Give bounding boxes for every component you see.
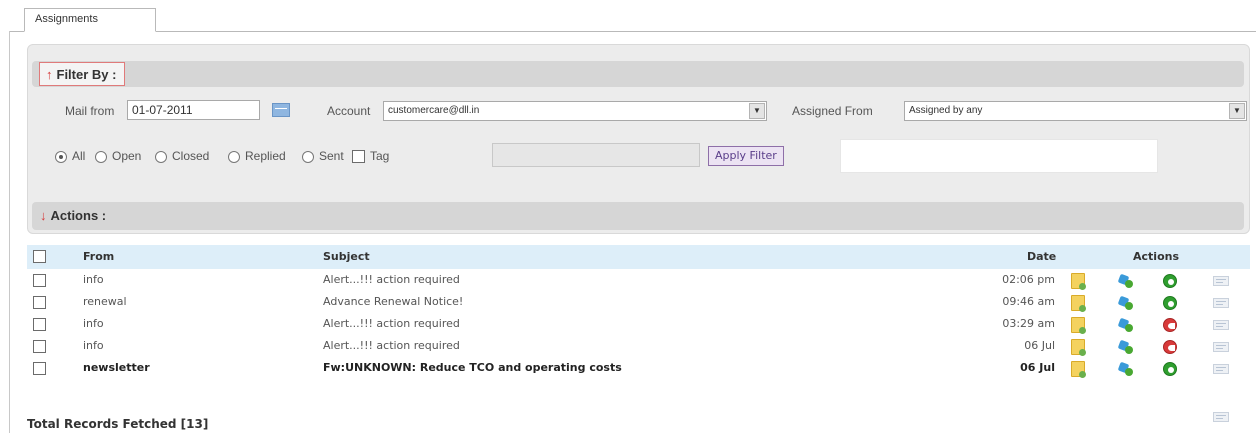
row-from[interactable]: info xyxy=(83,339,104,352)
note-icon[interactable] xyxy=(1071,361,1086,378)
row-checkbox[interactable] xyxy=(33,318,46,331)
table-row[interactable]: info Alert...!!! action required 03:29 am xyxy=(27,314,1250,336)
column-from[interactable]: From xyxy=(83,250,114,263)
mail-icon[interactable] xyxy=(1213,298,1229,308)
account-label: Account xyxy=(327,104,371,118)
status-closed-icon[interactable] xyxy=(1163,318,1177,332)
filter-section-bar: ↑ Filter By : xyxy=(32,61,1244,87)
row-subject[interactable]: Alert...!!! action required xyxy=(323,273,460,286)
radio-replied[interactable] xyxy=(228,151,240,163)
status-open-icon[interactable] xyxy=(1163,362,1177,376)
radio-all-label: All xyxy=(72,149,86,163)
table-row[interactable]: renewal Advance Renewal Notice! 09:46 am xyxy=(27,292,1250,314)
row-checkbox[interactable] xyxy=(33,274,46,287)
chevron-down-icon: ▼ xyxy=(749,103,765,119)
row-subject[interactable]: Advance Renewal Notice! xyxy=(323,295,463,308)
tag-label: Tag xyxy=(370,149,390,163)
row-date: 09:46 am xyxy=(1002,295,1055,308)
radio-replied-label: Replied xyxy=(245,149,286,163)
row-checkbox[interactable] xyxy=(33,296,46,309)
assign-icon[interactable] xyxy=(1119,295,1135,311)
mail-icon[interactable] xyxy=(1213,364,1229,374)
table-row[interactable]: info Alert...!!! action required 06 Jul xyxy=(27,336,1250,358)
row-date: 06 Jul xyxy=(1020,361,1055,374)
filter-title: Filter By : xyxy=(56,67,117,82)
column-date[interactable]: Date xyxy=(1027,250,1056,263)
actions-title: Actions : xyxy=(50,208,107,223)
radio-sent-label: Sent xyxy=(319,149,344,163)
status-closed-icon[interactable] xyxy=(1163,340,1177,354)
status-open-icon[interactable] xyxy=(1163,274,1177,288)
assign-icon[interactable] xyxy=(1119,317,1135,333)
radio-closed-label: Closed xyxy=(172,149,210,163)
radio-closed[interactable] xyxy=(155,151,167,163)
row-from[interactable]: renewal xyxy=(83,295,127,308)
assigned-from-label: Assigned From xyxy=(792,104,873,118)
row-date: 02:06 pm xyxy=(1002,273,1055,286)
table-row[interactable]: newsletter Fw:UNKNOWN: Reduce TCO and ope… xyxy=(27,358,1250,380)
row-subject[interactable]: Fw:UNKNOWN: Reduce TCO and operating cos… xyxy=(323,361,622,374)
table-row[interactable]: info Alert...!!! action required 02:06 pm xyxy=(27,270,1250,292)
actions-section-bar[interactable]: ↓ Actions : xyxy=(32,202,1244,230)
filter-toggle-button[interactable]: ↑ Filter By : xyxy=(39,62,126,86)
row-from[interactable]: info xyxy=(83,317,104,330)
note-icon[interactable] xyxy=(1071,273,1086,290)
tab-assignments[interactable]: Assignments xyxy=(24,8,156,32)
arrow-down-icon: ↓ xyxy=(40,208,47,223)
actions-toggle[interactable]: ↓ Actions : xyxy=(40,208,106,223)
apply-filter-button[interactable]: Apply Filter xyxy=(708,146,784,166)
radio-sent[interactable] xyxy=(302,151,314,163)
filter-blank-area xyxy=(840,139,1158,173)
note-icon[interactable] xyxy=(1071,339,1086,356)
mail-icon[interactable] xyxy=(1213,276,1229,286)
column-actions: Actions xyxy=(1133,250,1179,263)
tag-input[interactable] xyxy=(492,143,700,167)
account-select-value: customercare@dll.in xyxy=(388,105,480,116)
total-records: Total Records Fetched [13] xyxy=(27,417,209,431)
row-from[interactable]: info xyxy=(83,273,104,286)
note-icon[interactable] xyxy=(1071,295,1086,312)
mail-icon[interactable] xyxy=(1213,320,1229,330)
arrow-up-icon: ↑ xyxy=(46,67,53,82)
assign-icon[interactable] xyxy=(1119,339,1135,355)
row-date: 03:29 am xyxy=(1002,317,1055,330)
radio-all[interactable] xyxy=(55,151,67,163)
mail-icon[interactable] xyxy=(1213,412,1229,422)
status-open-icon[interactable] xyxy=(1163,296,1177,310)
row-date: 06 Jul xyxy=(1024,339,1055,352)
row-subject[interactable]: Alert...!!! action required xyxy=(323,317,460,330)
row-checkbox[interactable] xyxy=(33,340,46,353)
row-checkbox[interactable] xyxy=(33,362,46,375)
radio-open[interactable] xyxy=(95,151,107,163)
mail-from-label: Mail from xyxy=(65,104,115,118)
assign-icon[interactable] xyxy=(1119,361,1135,377)
mail-from-field[interactable]: 01-07-2011 xyxy=(127,100,260,120)
assign-icon[interactable] xyxy=(1119,273,1135,289)
chevron-down-icon: ▼ xyxy=(1229,103,1245,119)
filter-panel: ↑ Filter By : Mail from 01-07-2011 Accoun… xyxy=(27,44,1250,234)
radio-open-label: Open xyxy=(112,149,142,163)
account-select[interactable]: customercare@dll.in ▼ xyxy=(383,101,767,121)
calendar-icon[interactable] xyxy=(272,103,290,117)
note-icon[interactable] xyxy=(1071,317,1086,334)
assigned-from-select-value: Assigned by any xyxy=(909,105,983,116)
column-subject[interactable]: Subject xyxy=(323,250,370,263)
tag-checkbox[interactable] xyxy=(352,150,365,163)
select-all-checkbox[interactable] xyxy=(33,250,46,263)
row-subject[interactable]: Alert...!!! action required xyxy=(323,339,460,352)
mail-icon[interactable] xyxy=(1213,342,1229,352)
row-from[interactable]: newsletter xyxy=(83,361,150,374)
assigned-from-select[interactable]: Assigned by any ▼ xyxy=(904,101,1247,121)
table-header: From Subject Date Actions xyxy=(27,245,1250,269)
